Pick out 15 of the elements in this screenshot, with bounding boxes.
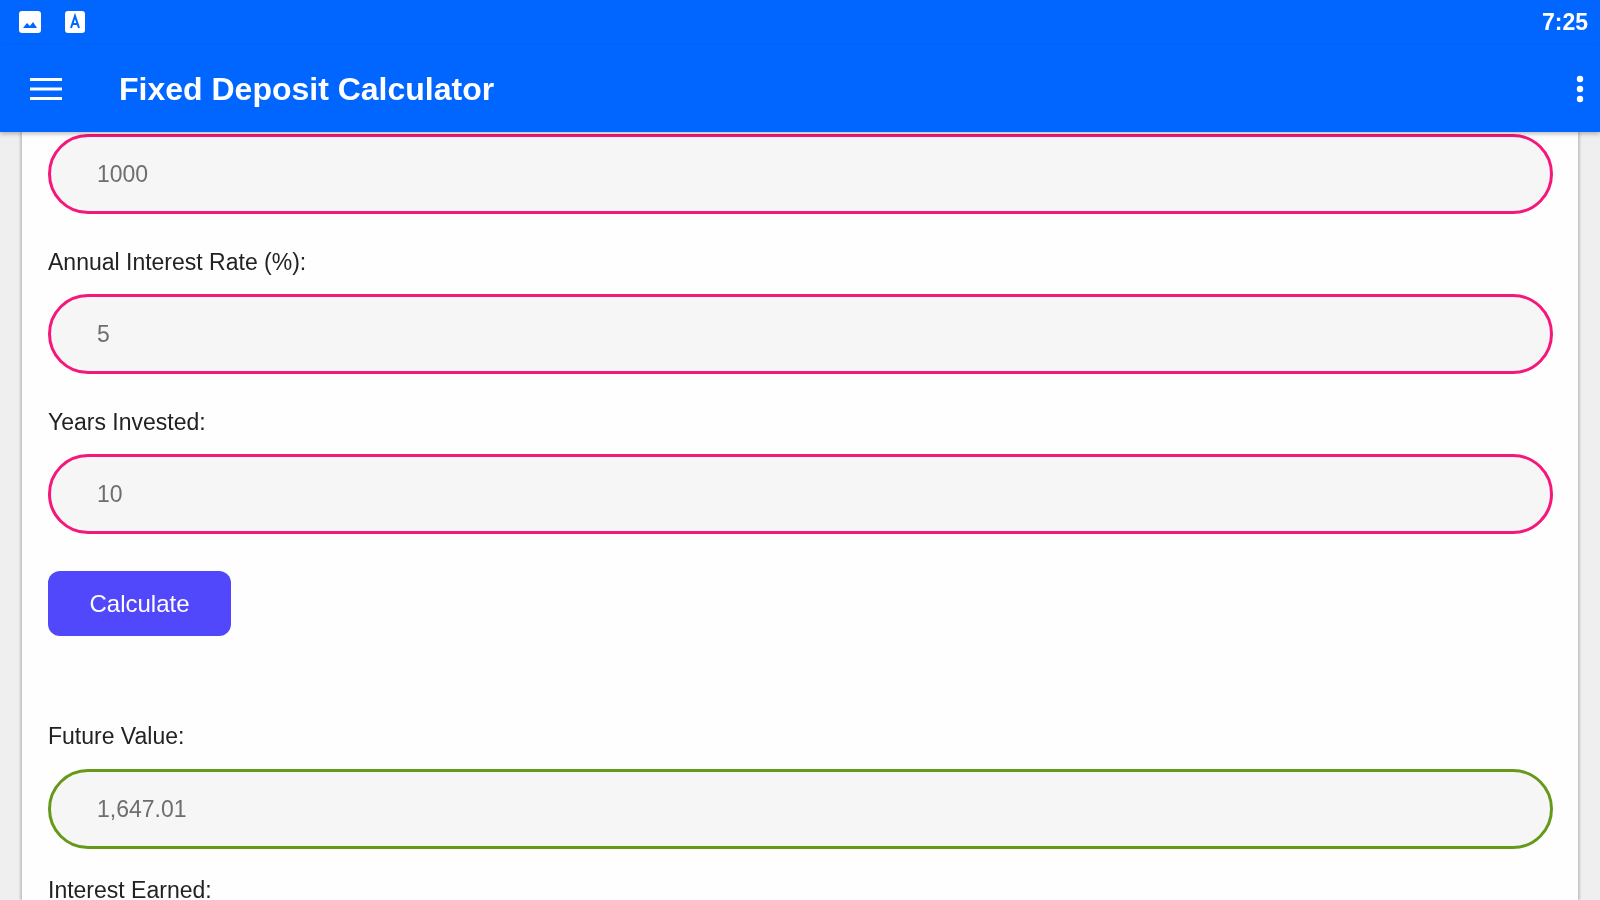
input-field[interactable]: 5 <box>48 294 1553 375</box>
field-label: Years Invested: <box>48 409 207 436</box>
image-icon <box>19 11 41 34</box>
menu-icon[interactable] <box>30 76 62 101</box>
input-field[interactable]: 10 <box>48 454 1553 535</box>
input-field[interactable]: 1000 <box>48 134 1553 215</box>
field-label: Annual Interest Rate (%): <box>48 249 308 276</box>
app-tile-icon <box>65 11 85 34</box>
more-options-icon[interactable] <box>1576 74 1584 103</box>
field-label: Interest Earned: <box>48 877 213 900</box>
calculate-button[interactable]: Calculate <box>48 571 231 637</box>
clock-time: 7:25 <box>1541 8 1588 38</box>
input-field[interactable]: 1,647.01 <box>48 769 1553 850</box>
app-title: Fixed Deposit Calculator <box>119 69 495 109</box>
field-label: Future Value: <box>48 723 186 750</box>
